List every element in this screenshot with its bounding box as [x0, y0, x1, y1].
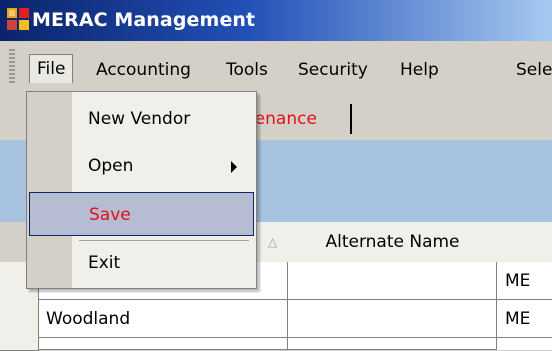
file-menu-dropdown: New Vendor Open Save Exit: [26, 91, 257, 289]
table-cell-name[interactable]: Woodland: [38, 300, 288, 338]
tab-divider: [350, 104, 352, 134]
menu-item-new-vendor[interactable]: New Vendor: [27, 97, 256, 141]
table-cell-state[interactable]: ME: [497, 262, 552, 300]
table-cell-name[interactable]: [38, 338, 288, 350]
menu-security[interactable]: Security: [290, 56, 376, 84]
window-title: MERAC Management: [32, 9, 256, 31]
column-header-alternate-name[interactable]: Alternate Name: [288, 222, 498, 263]
menu-item-open-label: Open: [88, 156, 134, 176]
table-cell-alternate-name[interactable]: [288, 300, 497, 338]
menu-file[interactable]: File: [29, 54, 74, 83]
title-bar: MERAC Management: [0, 0, 552, 41]
menu-item-exit[interactable]: Exit: [27, 241, 256, 285]
menu-item-save-label: Save: [89, 205, 131, 225]
app-icon: [7, 8, 29, 30]
menu-tools[interactable]: Tools: [218, 56, 276, 84]
column-header-state[interactable]: [497, 222, 552, 263]
submenu-arrow-icon: [231, 161, 237, 173]
menu-item-exit-label: Exit: [88, 253, 121, 273]
menu-item-new-vendor-label: New Vendor: [88, 109, 191, 129]
menu-item-open[interactable]: Open: [27, 144, 256, 188]
table-cell-state[interactable]: ME: [497, 300, 552, 338]
table-cell-alternate-name[interactable]: [288, 262, 497, 300]
menu-accounting[interactable]: Accounting: [88, 56, 199, 84]
row-header[interactable]: [0, 338, 39, 351]
row-header[interactable]: [0, 300, 39, 339]
menu-select[interactable]: Sele: [508, 56, 552, 84]
table-cell-alternate-name[interactable]: [288, 338, 497, 350]
menu-item-save[interactable]: Save: [29, 192, 254, 236]
tab-maintenance[interactable]: tenance: [248, 109, 317, 129]
toolbar-grip-icon[interactable]: [9, 49, 15, 85]
menu-help[interactable]: Help: [392, 56, 447, 84]
sort-ascending-icon: △: [268, 235, 278, 249]
